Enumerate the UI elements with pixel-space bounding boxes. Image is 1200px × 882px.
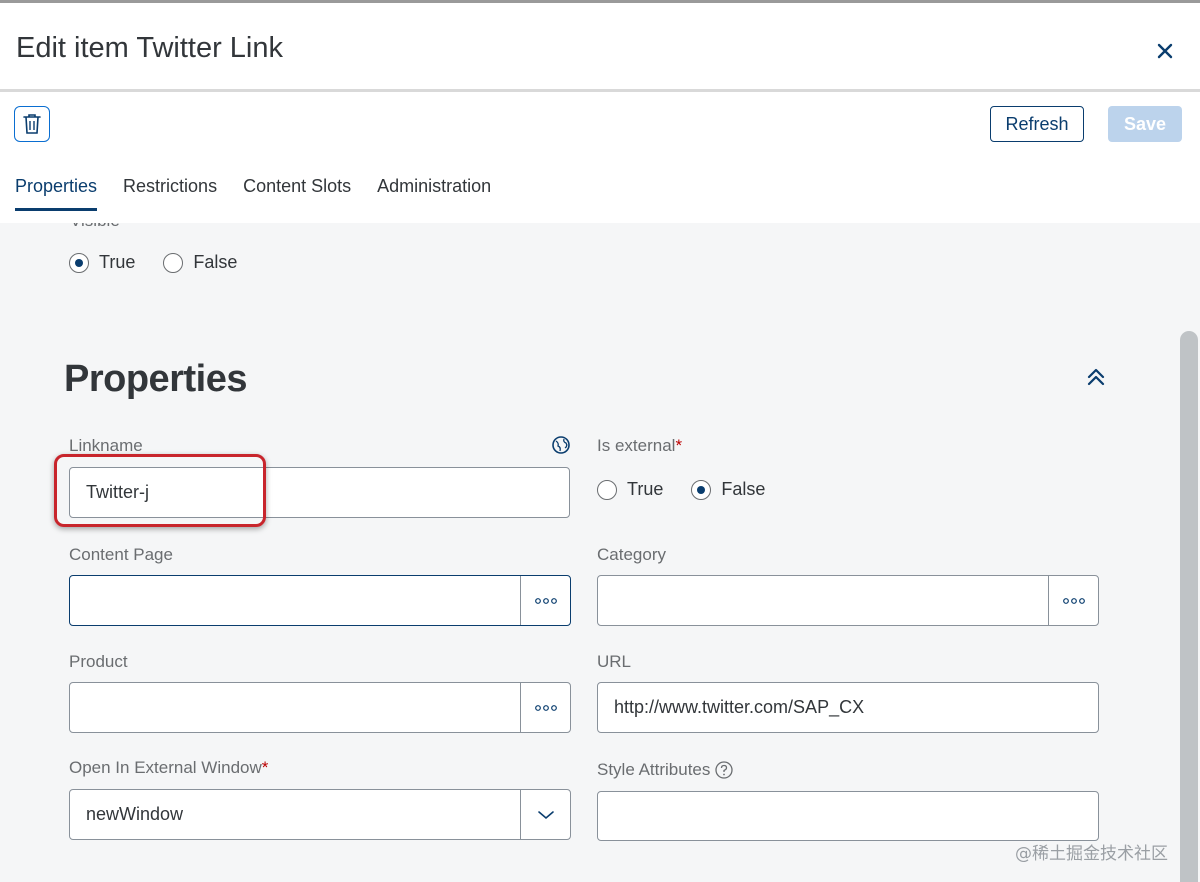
product-browse-button[interactable] [520, 683, 570, 732]
content-page-browse-button[interactable] [520, 576, 570, 625]
close-button[interactable] [1150, 36, 1180, 66]
tab-restrictions[interactable]: Restrictions [123, 176, 217, 211]
category-label: Category [597, 545, 666, 564]
globe-icon [552, 436, 570, 454]
tab-bar: Properties Restrictions Content Slots Ad… [15, 176, 517, 211]
is-external-radio-group: True False [597, 479, 793, 500]
tab-properties[interactable]: Properties [15, 176, 98, 211]
toolbar: Refresh Save Properties Restrictions Con… [0, 92, 1200, 223]
required-mark: * [675, 436, 683, 455]
help-icon[interactable] [714, 760, 734, 780]
content-page-input[interactable] [69, 575, 571, 626]
scrollbar[interactable] [1180, 331, 1198, 882]
visible-false-radio[interactable] [163, 252, 184, 273]
tab-administration[interactable]: Administration [377, 176, 491, 211]
save-button[interactable]: Save [1108, 106, 1182, 142]
tab-content-slots[interactable]: Content Slots [243, 176, 351, 211]
trash-icon [23, 114, 41, 134]
category-browse-button[interactable] [1048, 576, 1098, 625]
required-mark: * [261, 758, 269, 777]
product-input[interactable] [69, 682, 571, 733]
more-icon [1062, 597, 1085, 604]
content-page-label: Content Page [69, 545, 173, 564]
linkname-label: Linkname [69, 436, 143, 455]
url-value: http://www.twitter.com/SAP_CX [614, 697, 865, 717]
collapse-section-button[interactable] [1085, 366, 1107, 388]
visible-true-radio[interactable] [69, 252, 89, 273]
style-attributes-label-text: Style Attributes [597, 760, 711, 779]
visible-radio-group: True False [69, 252, 265, 273]
open-in-external-window-value: newWindow [86, 804, 184, 824]
dropdown-toggle[interactable] [520, 790, 570, 839]
visible-true-label: True [99, 252, 136, 272]
url-input[interactable]: http://www.twitter.com/SAP_CX [597, 682, 1099, 733]
open-in-external-window-select[interactable]: newWindow [69, 789, 571, 840]
visible-false-label: False [193, 252, 238, 272]
is-external-label: Is external* [597, 436, 682, 456]
is-external-true-label: True [627, 479, 664, 499]
is-external-false-label: False [721, 479, 766, 499]
style-attributes-label: Style Attributes [597, 760, 734, 780]
product-label: Product [69, 652, 128, 671]
dialog: Edit item Twitter Link Refresh Save Prop… [0, 0, 1200, 882]
double-chevron-up-icon [1087, 368, 1105, 386]
url-label: URL [597, 652, 632, 671]
delete-button[interactable] [14, 106, 50, 142]
category-input[interactable] [597, 575, 1099, 626]
dialog-title: Edit item Twitter Link [16, 32, 284, 64]
style-attributes-input[interactable] [597, 791, 1099, 841]
is-external-label-text: Is external [597, 436, 676, 455]
chevron-down-icon [537, 810, 554, 819]
dialog-header: Edit item Twitter Link [0, 6, 1200, 92]
highlight-annotation [54, 454, 266, 527]
refresh-button[interactable]: Refresh [990, 106, 1084, 142]
visible-label: Visible [70, 223, 120, 231]
more-icon [534, 597, 557, 604]
localization-globe-button[interactable] [551, 435, 571, 460]
watermark: @稀土掘金技术社区 [1015, 844, 1168, 864]
section-title: Properties [64, 358, 247, 400]
is-external-false-radio[interactable] [691, 479, 712, 500]
more-icon [534, 704, 557, 711]
is-external-true-radio[interactable] [597, 479, 617, 500]
form-content: Visible True False Properties Linkname T… [0, 223, 1200, 882]
open-in-external-window-label: Open In External Window* [69, 758, 268, 778]
open-in-external-window-label-text: Open In External Window [69, 758, 262, 777]
close-icon [1157, 43, 1173, 59]
